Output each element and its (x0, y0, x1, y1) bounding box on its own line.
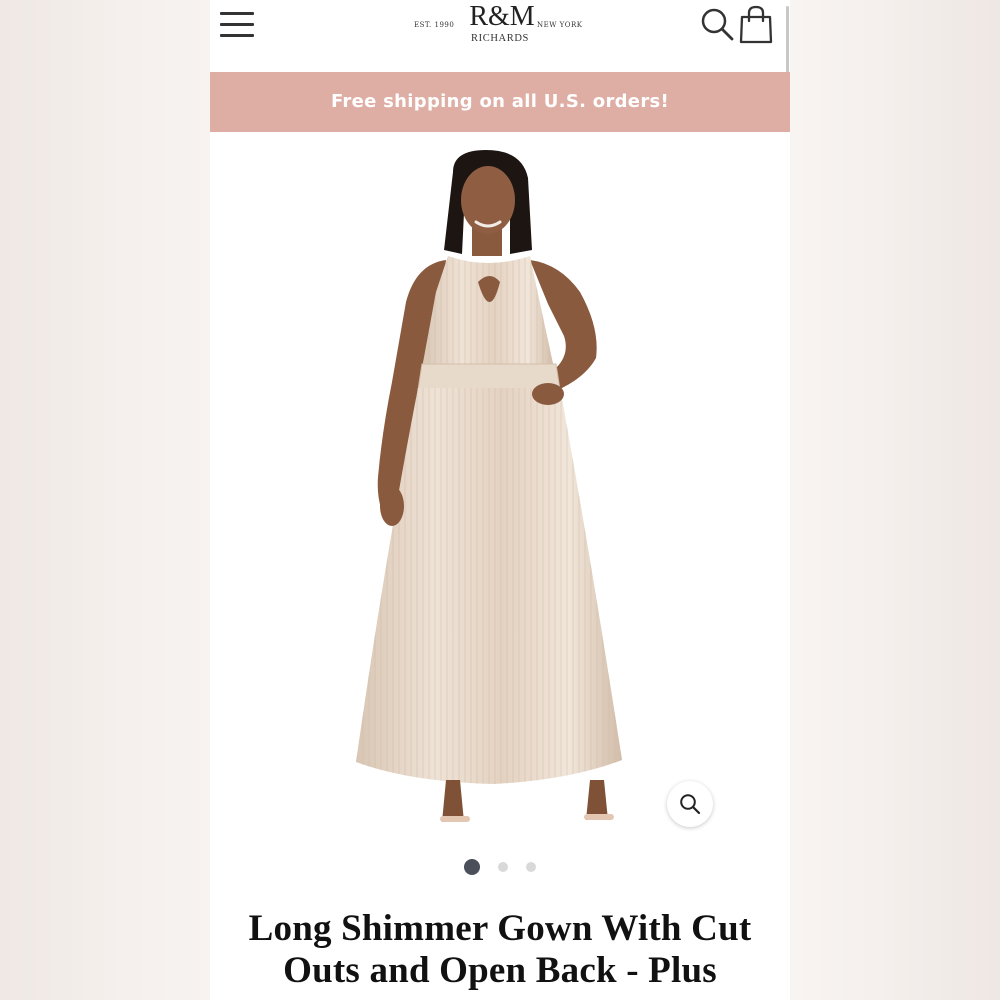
logo-established: EST. 1990 (414, 21, 455, 29)
product-title-line-1: Long Shimmer Gown With Cut (248, 908, 752, 949)
mobile-viewport: EST. 1990 R&M NEW YORK RICHARDS Free shi… (210, 0, 790, 1000)
menu-icon[interactable] (220, 8, 256, 40)
shopping-bag-icon[interactable] (738, 4, 774, 44)
background-right (790, 0, 1000, 1000)
site-header: EST. 1990 R&M NEW YORK RICHARDS (210, 0, 790, 354)
carousel-dot-1[interactable] (463, 858, 480, 875)
logo-location: NEW YORK (537, 21, 583, 29)
logo-subtitle: RICHARDS (471, 33, 529, 44)
promo-banner[interactable]: Free shipping on all U.S. orders! (210, 72, 790, 132)
product-title: Long Shimmer Gown With Cut Outs and Open… (210, 908, 790, 992)
logo-mark: R&M (469, 1, 535, 32)
carousel-dot-3[interactable] (526, 861, 537, 872)
zoom-icon (680, 794, 701, 815)
search-icon[interactable] (699, 6, 735, 42)
carousel-dot-2[interactable] (498, 861, 508, 872)
brand-logo[interactable]: EST. 1990 R&M NEW YORK RICHARDS (400, 2, 600, 48)
zoom-button[interactable] (667, 781, 713, 827)
product-title-line-2: Outs and Open Back - Plus (283, 950, 717, 991)
product-image[interactable] (210, 132, 790, 832)
carousel-dots (210, 858, 790, 875)
model-illustration (356, 150, 622, 822)
background-left (0, 0, 210, 1000)
